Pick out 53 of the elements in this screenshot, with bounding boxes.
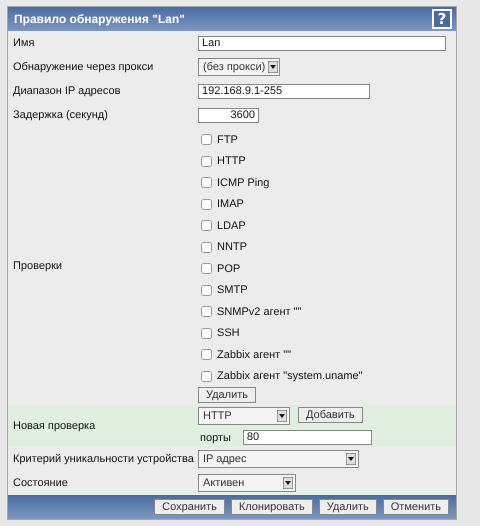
checkbox-label: HTTP — [217, 155, 246, 168]
checkbox[interactable] — [201, 156, 212, 167]
ports-label: порты — [200, 432, 231, 444]
field-label: Диапазон IP адресов — [12, 85, 122, 97]
dropdown-arrow-icon — [277, 410, 287, 422]
checkbox-label: IMAP — [217, 198, 244, 210]
checkbox[interactable] — [201, 349, 212, 360]
action-button[interactable]: Отменить — [382, 499, 449, 515]
field-label: Проверки — [12, 260, 64, 272]
checkbox[interactable] — [201, 306, 212, 318]
add-button[interactable]: Добавить — [298, 407, 363, 423]
field-label: Обнаружение через прокси — [12, 61, 154, 73]
checkbox-label: FTP — [217, 134, 238, 146]
checkbox-label: Zabbix агент "" — [217, 348, 292, 361]
checkbox-label: Zabbix агент "system.uname" — [217, 370, 363, 382]
input-field[interactable]: 3600 — [198, 108, 259, 122]
window-title: Правило обнаружения "Lan" — [14, 12, 185, 26]
checkbox-label: NNTP — [217, 241, 247, 254]
checkbox[interactable] — [201, 177, 212, 188]
select-field[interactable]: Активен — [198, 474, 296, 492]
select-field[interactable]: HTTP — [198, 407, 290, 425]
action-button[interactable]: Клонировать — [230, 499, 313, 515]
field-label: Новая проверка — [12, 420, 96, 432]
checkbox-label: LDAP — [217, 220, 246, 232]
field-label: Имя — [12, 37, 36, 49]
dropdown-arrow-icon — [268, 61, 278, 73]
checkbox[interactable] — [201, 198, 212, 210]
checkbox[interactable] — [201, 242, 212, 253]
checkbox[interactable] — [201, 370, 212, 382]
checkbox[interactable] — [201, 328, 212, 339]
help-button[interactable]: ? — [432, 9, 452, 29]
dropdown-arrow-icon — [283, 477, 293, 489]
dropdown-arrow-icon — [346, 453, 356, 465]
input-field[interactable]: 80 — [242, 430, 372, 445]
checkbox-label: SNMPv2 агент "" — [217, 306, 302, 318]
action-button[interactable]: Удалить — [318, 499, 377, 515]
checkbox-label: ICMP Ping — [217, 176, 270, 189]
checkbox-label: SSH — [217, 327, 240, 340]
checkbox[interactable] — [201, 220, 212, 232]
action-button[interactable]: Сохранить — [154, 499, 225, 515]
checkbox-label: POP — [217, 262, 240, 275]
checkbox[interactable] — [201, 284, 212, 296]
remove-button[interactable]: Удалить — [198, 387, 256, 403]
input-field[interactable]: Lan — [198, 36, 446, 50]
checkbox[interactable] — [201, 134, 212, 146]
select-field[interactable]: IP адрес — [198, 450, 359, 468]
checkbox[interactable] — [201, 263, 212, 274]
input-field[interactable]: 192.168.9.1-255 — [198, 84, 370, 98]
select-field[interactable]: (без прокси) — [198, 58, 280, 76]
checkbox-label: SMTP — [217, 284, 248, 296]
field-label: Критерий уникальности устройства — [12, 453, 195, 465]
field-label: Состояние — [12, 477, 69, 489]
field-label: Задержка (секунд) — [12, 109, 109, 121]
